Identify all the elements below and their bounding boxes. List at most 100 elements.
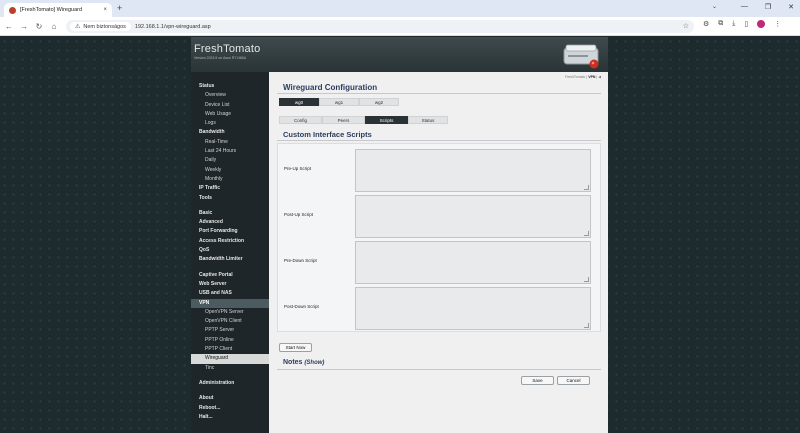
script-row: Pre-Down Script: [278, 239, 602, 284]
sidebar-item-access-restriction[interactable]: Access Restriction: [191, 237, 269, 246]
header-banner: FreshTomato Version 2023.5 on Asus RT-N6…: [191, 37, 608, 72]
sidebar-item-openvpn-server[interactable]: OpenVPN Server: [191, 308, 269, 317]
window-controls: — ❐ ✕: [741, 3, 794, 11]
sidebar-item-basic[interactable]: Basic: [191, 209, 269, 218]
sidebar-nav: Status Overview Device List Web Usage Logs Ba…: [191, 72, 269, 433]
home-icon[interactable]: ⌂: [48, 22, 60, 31]
forward-icon[interactable]: →: [18, 22, 30, 31]
security-chip[interactable]: ⚠ Nem biztonságos: [70, 22, 131, 31]
start-now-button[interactable]: Start Now: [279, 343, 312, 352]
minimize-icon[interactable]: —: [741, 3, 748, 11]
notes-toggle-link[interactable]: (Show): [304, 360, 324, 366]
scripts-form: Pre-Up Script Post-Up Script Pre-Down Sc…: [277, 143, 601, 332]
section-tabs: Config Peers Scripts Status: [279, 116, 448, 124]
sidebar-item-captive-portal[interactable]: Captive Portal: [191, 271, 269, 280]
profile-avatar[interactable]: [757, 20, 766, 28]
pre-down-script-textarea[interactable]: [355, 241, 591, 284]
section-divider: [277, 140, 601, 141]
sidebar-item-pptp-online[interactable]: PPTP Online: [191, 336, 269, 345]
close-tab-icon[interactable]: ×: [103, 7, 107, 13]
sidebar-item-web-server[interactable]: Web Server: [191, 280, 269, 289]
sidebar-item-advanced[interactable]: Advanced: [191, 218, 269, 227]
sidebar-item-tinc[interactable]: Tinc: [191, 364, 269, 373]
maximize-icon[interactable]: ❐: [765, 3, 771, 11]
router-icon: [563, 44, 599, 69]
security-label: Nem biztonságos: [83, 23, 126, 30]
sidebar-item-overview[interactable]: Overview: [191, 91, 269, 100]
sidebar-item-administration[interactable]: Administration: [191, 379, 269, 388]
sidebar-item-port-forwarding[interactable]: Port Forwarding: [191, 227, 269, 236]
browser-tab[interactable]: [FreshTomato] Wireguard ×: [4, 3, 112, 17]
extension-gear-icon[interactable]: ⚙: [703, 20, 709, 28]
section-title: Custom Interface Scripts: [283, 130, 372, 139]
sidebar-item-device-list[interactable]: Device List: [191, 101, 269, 110]
breadcrumb-current[interactable]: VPN: [588, 75, 595, 79]
breadcrumb-suffix[interactable]: | ◀: [596, 75, 601, 79]
version-text: Version 2023.5 on Asus RT-N66U: [194, 56, 247, 60]
browser-tab-bar: [FreshTomato] Wireguard × + ⌄ — ❐ ✕: [0, 0, 800, 17]
download-icon[interactable]: ⤓: [732, 20, 735, 28]
post-up-script-textarea[interactable]: [355, 195, 591, 238]
sidebar-item-vpn[interactable]: VPN: [191, 298, 269, 308]
tomato-favicon-icon: [9, 6, 16, 14]
page-background: FreshTomato Version 2023.5 on Asus RT-N6…: [0, 37, 800, 433]
page-title: Wireguard Configuration: [283, 83, 378, 92]
sidebar-item-reboot[interactable]: Reboot...: [191, 404, 269, 413]
reload-icon[interactable]: ↻: [33, 22, 45, 31]
menu-kebab-icon[interactable]: ⋮: [774, 20, 781, 28]
close-window-icon[interactable]: ✕: [788, 3, 794, 11]
pre-up-script-textarea[interactable]: [355, 149, 591, 192]
sidebar-item-about[interactable]: About: [191, 394, 269, 403]
post-down-script-textarea[interactable]: [355, 287, 591, 330]
new-tab-button[interactable]: +: [117, 3, 122, 13]
main-content: FreshTomato | VPN | ◀ Wireguard Configur…: [277, 72, 601, 433]
brand-title: FreshTomato: [194, 43, 261, 55]
notes-divider: [277, 369, 601, 370]
interface-tab-wg1[interactable]: wg1: [319, 98, 359, 106]
sidebar-item-qos[interactable]: QoS: [191, 246, 269, 255]
sidebar-item-daily[interactable]: Daily: [191, 156, 269, 165]
title-divider: [277, 93, 601, 94]
tab-search-icon[interactable]: ⌄: [712, 3, 717, 10]
sidebar-item-tools[interactable]: Tools: [191, 194, 269, 203]
sidebar-item-bandwidth[interactable]: Bandwidth: [191, 128, 269, 137]
script-row: Pre-Up Script: [278, 147, 602, 192]
sidebar-item-ip-traffic[interactable]: IP Traffic: [191, 184, 269, 193]
sidebar-item-web-usage[interactable]: Web Usage: [191, 110, 269, 119]
sidebar-item-bandwidth-limiter[interactable]: Bandwidth Limiter: [191, 255, 269, 264]
notes-title: Notes: [283, 359, 303, 366]
sidebar-item-usb-and-nas[interactable]: USB and NAS: [191, 289, 269, 298]
sidebar-item-wireguard[interactable]: Wireguard: [191, 354, 269, 364]
address-bar[interactable]: ⚠ Nem biztonságos 192.168.1.1/vpn-wiregu…: [66, 20, 694, 33]
sidebar-item-monthly[interactable]: Monthly: [191, 175, 269, 184]
script-row: Post-Up Script: [278, 193, 602, 238]
sidebar-item-halt[interactable]: Halt...: [191, 413, 269, 422]
sidebar-item-openvpn-client[interactable]: OpenVPN Client: [191, 317, 269, 326]
browser-tab-title: [FreshTomato] Wireguard: [20, 7, 83, 13]
url-text: 192.168.1.1/vpn-wireguard.asp: [134, 23, 211, 30]
tab-scripts[interactable]: Scripts: [365, 116, 408, 124]
sidebar-item-pptp-client[interactable]: PPTP Client: [191, 345, 269, 354]
bookmark-star-icon[interactable]: ☆: [683, 22, 689, 30]
sidebar-item-logs[interactable]: Logs: [191, 119, 269, 128]
interface-tab-wg2[interactable]: wg2: [359, 98, 399, 106]
sidebar-item-pptp-server[interactable]: PPTP Server: [191, 326, 269, 335]
sidebar-item-status[interactable]: Status: [191, 82, 269, 91]
sidebar-item-last-24-hours[interactable]: Last 24 Hours: [191, 147, 269, 156]
interface-tab-wg0[interactable]: wg0: [279, 98, 319, 106]
tab-peers[interactable]: Peers: [322, 116, 365, 124]
sidebar-item-weekly[interactable]: Weekly: [191, 166, 269, 175]
tab-status[interactable]: Status: [408, 116, 448, 124]
side-panel-icon[interactable]: ▯: [744, 20, 748, 28]
save-button[interactable]: Save: [521, 376, 554, 385]
script-row: Post-Down Script: [278, 285, 602, 330]
warning-icon: ⚠: [75, 24, 81, 30]
back-icon[interactable]: ←: [3, 22, 15, 31]
cancel-button[interactable]: Cancel: [557, 376, 590, 385]
sidebar-item-real-time[interactable]: Real-Time: [191, 138, 269, 147]
browser-toolbar: ← → ↻ ⌂ ⚠ Nem biztonságos 192.168.1.1/vp…: [0, 17, 800, 36]
tab-config[interactable]: Config: [279, 116, 322, 124]
router-admin-frame: FreshTomato Version 2023.5 on Asus RT-N6…: [191, 37, 608, 433]
extensions-puzzle-icon[interactable]: ⧉: [718, 20, 723, 28]
pre-down-script-label: Pre-Down Script: [284, 258, 317, 263]
